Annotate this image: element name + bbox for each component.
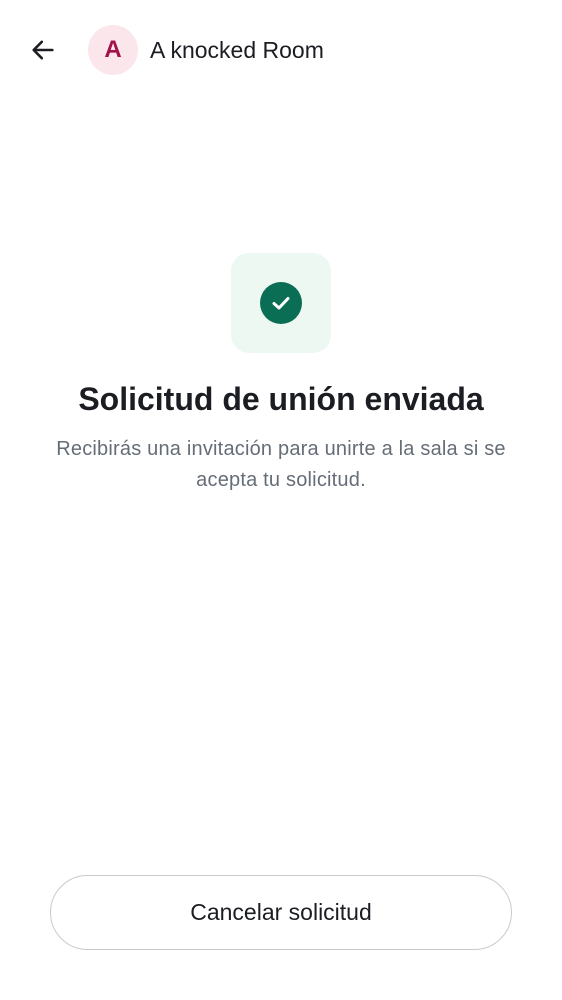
- checkmark-icon: [272, 297, 290, 310]
- top-app-bar: A A knocked Room: [0, 0, 562, 100]
- knock-request-sent-screen: A A knocked Room Solicitud de unión envi…: [0, 0, 562, 1000]
- room-title: A knocked Room: [150, 37, 324, 63]
- check-circle-icon: [260, 282, 302, 324]
- cancel-request-button[interactable]: Cancelar solicitud: [50, 875, 512, 950]
- back-button[interactable]: [20, 27, 66, 73]
- status-description: Recibirás una invitación para unirte a l…: [56, 438, 506, 491]
- arrow-left-icon: [32, 40, 54, 60]
- success-tile: [231, 253, 331, 353]
- room-avatar: A: [88, 25, 138, 75]
- status-title: Solicitud de unión enviada: [78, 381, 484, 417]
